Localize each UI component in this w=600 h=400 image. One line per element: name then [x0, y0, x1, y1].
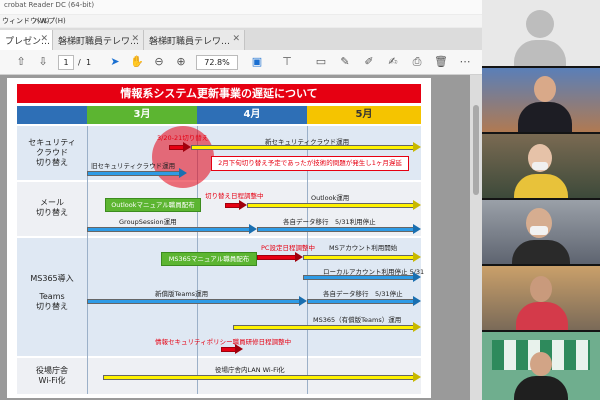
fit-page-icon[interactable]: ▣ — [250, 55, 264, 69]
pointer-icon[interactable]: ➤ — [108, 55, 122, 69]
row-label-security: セキュリティ クラウド 切り替え — [28, 138, 76, 167]
close-icon[interactable]: ✕ — [232, 34, 240, 44]
policy-training-arrow — [221, 344, 243, 354]
video-gallery — [482, 0, 600, 400]
pc-setup-arrow — [257, 252, 303, 262]
close-icon[interactable]: ✕ — [40, 34, 48, 44]
tab-bar: プレゼン… ✕ 磐梯町職員テレワ… ✕ 磐梯町職員テレワ… ✕ — [0, 28, 482, 50]
slide-page: 情報系システム更新事業の遅延について 3月 4月 5月 セキュリティ クラウド 切り… — [7, 78, 431, 398]
zoom-out-icon[interactable]: ⊖ — [152, 55, 166, 69]
window-title: crobat Reader DC (64-bit) — [4, 1, 95, 9]
new-teams-ops-arrow — [87, 296, 307, 306]
paid-teams-ops-label: MS365（有償版Teams）運用 — [313, 316, 402, 324]
month-march: 3月 — [87, 106, 197, 124]
face — [530, 352, 552, 376]
suit — [512, 240, 570, 264]
more-icon[interactable]: ⋯ — [458, 55, 472, 69]
menu-bar: ウィンドウ(W) ヘルプ(H) — [0, 15, 482, 27]
ms-account-start-label: MSアカウント利用開始 — [329, 244, 398, 252]
switch-date-label: 3/20-21切り替え — [157, 134, 209, 142]
face — [530, 276, 552, 302]
pc-setup-label: PC設定日程調整中 — [261, 244, 315, 252]
scroll-mode-icon[interactable]: ⊤ — [280, 55, 294, 69]
tab-presentation[interactable]: プレゼン… ✕ — [0, 30, 53, 50]
menu-help[interactable]: ヘルプ(H) — [34, 16, 66, 26]
document-area: 情報系システム更新事業の遅延について 3月 4月 5月 セキュリティ クラウド 切り… — [0, 75, 482, 400]
comment-icon[interactable]: ▭ — [314, 55, 328, 69]
mask — [530, 226, 548, 235]
tab-label: 磐梯町職員テレワ… — [149, 37, 231, 47]
suit — [518, 102, 572, 132]
tab-telework-2[interactable]: 磐梯町職員テレワ… ✕ — [144, 30, 245, 50]
page-separator: / — [78, 58, 81, 67]
page-down-icon[interactable]: ⇩ — [36, 55, 50, 69]
month-may: 5月 — [307, 106, 421, 124]
fill-sign-icon[interactable]: ⎙ — [410, 55, 424, 69]
teams-data-migration-label: 各自データ移行 5/31停止 — [323, 290, 403, 298]
face — [534, 76, 556, 102]
outlook-manual-box: Outlookマニュアル職員配布 — [105, 198, 201, 212]
shirt — [516, 302, 568, 330]
draw-icon[interactable]: ✐ — [362, 55, 376, 69]
pdf-reader-window: crobat Reader DC (64-bit) ウィンドウ(W) ヘルプ(H… — [0, 0, 482, 400]
close-icon[interactable]: ✕ — [131, 34, 139, 44]
switch-arrow — [169, 142, 191, 152]
avatar-body — [514, 40, 566, 66]
paid-teams-ops-arrow — [233, 322, 421, 332]
new-teams-ops-label: 新償版Teams運用 — [155, 290, 209, 298]
mail-switch-arrow — [225, 200, 247, 210]
outlook-ops-arrow — [247, 200, 421, 210]
row-label-ms365: MS365導入 Teams 切り替え — [30, 274, 74, 311]
participant-tile-3[interactable] — [482, 134, 600, 198]
column-divider — [87, 126, 88, 394]
tab-label: 磐梯町職員テレワ… — [58, 37, 140, 47]
zoom-in-icon[interactable]: ⊕ — [174, 55, 188, 69]
tab-telework-1[interactable]: 磐梯町職員テレワ… ✕ — [53, 30, 144, 50]
wifi-ops-label: 役場庁舎内LAN Wi-Fi化 — [215, 366, 285, 374]
participant-tile-2[interactable] — [482, 68, 600, 132]
slide-title: 情報系システム更新事業の遅延について — [17, 84, 421, 103]
page-number-input[interactable]: 1 — [58, 55, 74, 70]
page-up-icon[interactable]: ⇧ — [14, 55, 28, 69]
ms-account-arrow — [303, 252, 421, 262]
outlook-ops-label: Outlook運用 — [311, 194, 350, 202]
mail-data-migration-label: 各自データ移行 5/31利用停止 — [283, 218, 376, 226]
participant-tile-5[interactable] — [482, 266, 600, 330]
old-security-cloud-arrow — [87, 168, 187, 178]
participant-tile-6[interactable] — [482, 332, 600, 400]
highlight-icon[interactable]: ✎ — [338, 55, 352, 69]
row-label-wifi: 役場庁舎 Wi-Fi化 — [36, 366, 68, 385]
sign-icon[interactable]: ✍ — [386, 55, 400, 69]
local-account-arrow — [303, 272, 421, 282]
mail-switch-schedule-label: 切り替え日程調整中 — [205, 192, 264, 200]
mask — [532, 162, 548, 170]
shirt — [514, 174, 568, 198]
teams-data-migration-arrow — [307, 296, 421, 306]
delete-icon[interactable]: 🗑 — [434, 55, 448, 69]
toolbar: ⇧ ⇩ 1 / 1 ➤ ✋ ⊖ ⊕ 72.8% ▣ ⊤ ▭ ✎ ✐ ✍ ⎙ 🗑 … — [0, 50, 482, 75]
suit — [514, 376, 568, 400]
month-april: 4月 — [197, 106, 307, 124]
scrollbar-thumb[interactable] — [473, 105, 479, 195]
page-total: 1 — [86, 58, 92, 67]
mail-data-migration-arrow — [257, 224, 421, 234]
vertical-scrollbar[interactable] — [470, 75, 482, 400]
old-security-cloud-label: 旧セキュリティクラウド運用 — [91, 162, 176, 170]
zoom-select[interactable]: 72.8% — [196, 55, 238, 70]
policy-training-label: 情報セキュリティポリシー職員研修日程調整中 — [155, 338, 292, 346]
participant-tile-4[interactable] — [482, 200, 600, 264]
title-bar: crobat Reader DC (64-bit) — [0, 0, 482, 14]
groupsession-ops-label: GroupSession運用 — [119, 218, 177, 226]
row-label-mail: メール 切り替え — [36, 198, 68, 217]
avatar — [526, 10, 554, 38]
delay-note: 2月下旬切り替え予定であったが技術的問題が発生し1ヶ月遅延 — [211, 156, 409, 171]
hand-icon[interactable]: ✋ — [130, 55, 144, 69]
participant-tile-camera-off[interactable] — [482, 0, 600, 66]
wifi-ops-arrow — [103, 372, 421, 382]
ms365-manual-box: MS365マニュアル職員配布 — [161, 252, 257, 266]
groupsession-ops-arrow — [87, 224, 257, 234]
new-security-cloud-arrow — [191, 142, 421, 152]
header-corner — [17, 106, 87, 124]
